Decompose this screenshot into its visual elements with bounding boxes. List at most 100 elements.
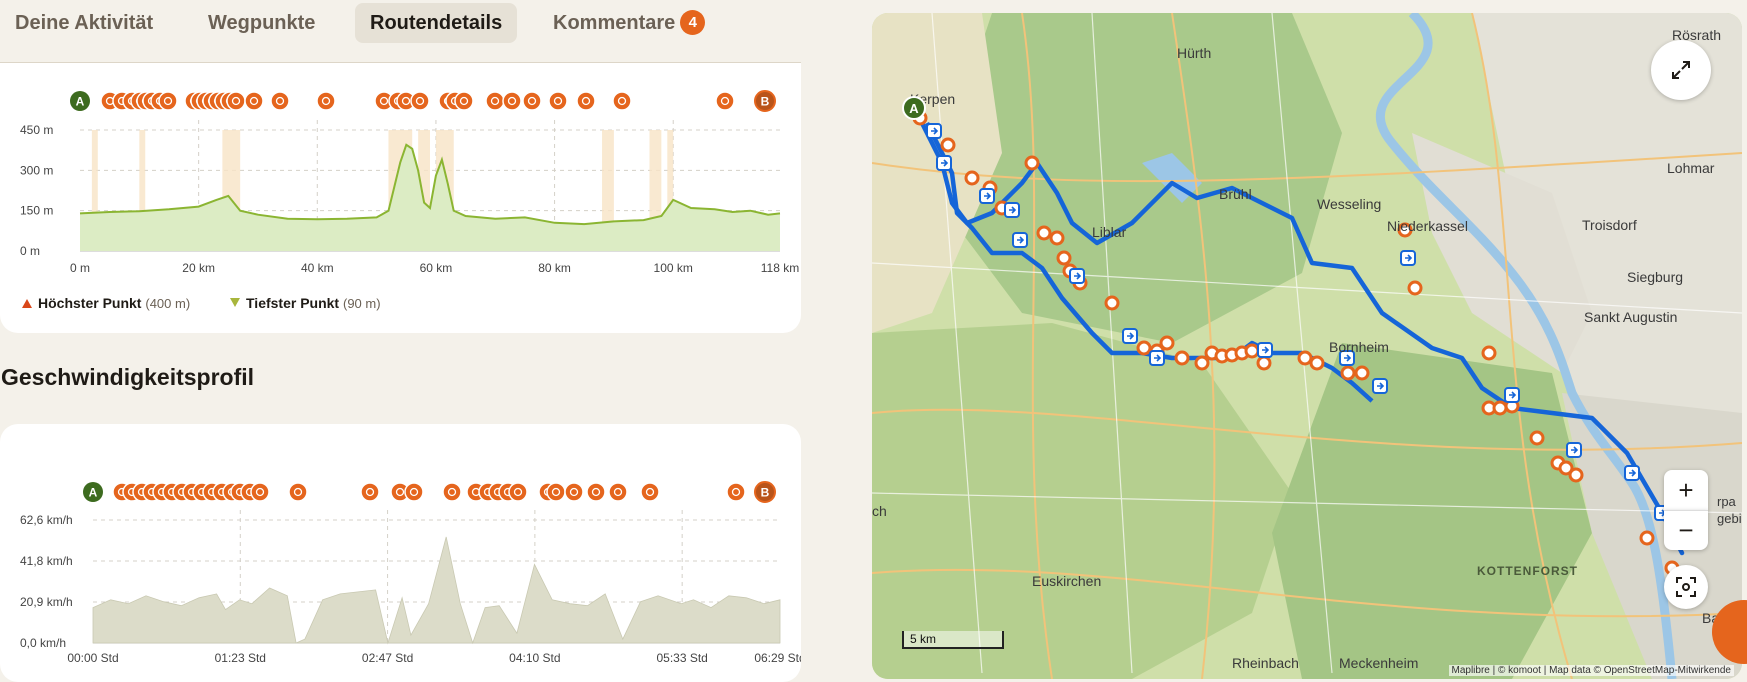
elevation-poi-markers[interactable]: AB <box>70 90 776 112</box>
poi-marker[interactable] <box>726 482 746 502</box>
elevation-chart[interactable]: AB 450 m300 m150 m0 m 0 m 20 km 40 km 60 km… <box>0 63 801 278</box>
map-poi[interactable] <box>1024 155 1040 171</box>
end-marker-label: B <box>761 95 770 109</box>
y-tick-label: 20,9 km/h <box>20 595 73 609</box>
highest-point-icon <box>22 299 32 308</box>
x-tick-label: 40 km <box>301 261 334 275</box>
poi-marker[interactable] <box>576 91 596 111</box>
comment-count-badge: 4 <box>680 10 706 35</box>
zoom-out-button[interactable]: − <box>1664 510 1708 550</box>
map-poi[interactable] <box>1036 225 1052 241</box>
poi-marker[interactable] <box>316 91 336 111</box>
map-poi[interactable] <box>1492 400 1508 416</box>
poi-marker[interactable] <box>250 482 270 502</box>
place-label: KOTTENFORST <box>1477 564 1578 578</box>
poi-marker[interactable] <box>158 91 178 111</box>
place-label: Euskirchen <box>1032 573 1101 589</box>
map-poi[interactable] <box>1354 365 1370 381</box>
poi-marker[interactable] <box>288 482 308 502</box>
map-poi[interactable] <box>1639 530 1655 546</box>
highest-point-value: (400 m) <box>145 296 191 311</box>
x-tick-label: 04:10 Std <box>509 651 560 665</box>
tab-activity[interactable]: Deine Aktivität <box>0 3 168 43</box>
poi-marker[interactable] <box>454 91 474 111</box>
x-tick-label: 02:47 Std <box>362 651 413 665</box>
map-attribution[interactable]: Maplibre | © komoot | Map data © OpenStr… <box>1448 665 1734 676</box>
poi-marker[interactable] <box>548 91 568 111</box>
poi-marker[interactable] <box>586 482 606 502</box>
speed-y-axis: 62,6 km/h 41,8 km/h 20,9 km/h 0,0 km/h <box>20 513 73 650</box>
place-label: Troisdorf <box>1582 217 1637 233</box>
map-poi[interactable] <box>940 137 956 153</box>
y-tick-label: 300 m <box>20 163 53 177</box>
y-tick-label: 150 m <box>20 204 53 218</box>
poi-marker[interactable] <box>502 91 522 111</box>
poi-marker[interactable] <box>546 482 566 502</box>
place-label: Wesseling <box>1317 196 1381 212</box>
map-poi[interactable] <box>1244 343 1260 359</box>
place-label: Liblar <box>1092 224 1127 240</box>
x-tick-label: 118 km <box>761 261 799 275</box>
tab-comments-label: Kommentare <box>553 12 676 34</box>
speed-poi-markers[interactable]: AB <box>83 481 776 503</box>
poi-marker[interactable] <box>226 91 246 111</box>
poi-marker[interactable] <box>442 482 462 502</box>
map-poi[interactable] <box>1056 250 1072 266</box>
x-tick-label: 0 m <box>70 261 90 275</box>
map-poi[interactable] <box>1049 230 1065 246</box>
end-marker-label: B <box>761 486 770 500</box>
map-start-label: A <box>909 101 919 116</box>
fullscreen-button[interactable] <box>1651 40 1711 100</box>
place-label: gebi <box>1717 511 1742 526</box>
map-canvas[interactable]: Hürth Brühl Wesseling Niederkassel Trois… <box>872 13 1742 679</box>
start-marker-label: A <box>89 486 98 500</box>
route-map[interactable]: Hürth Brühl Wesseling Niederkassel Trois… <box>872 13 1742 679</box>
x-tick-label: 60 km <box>420 261 453 275</box>
poi-marker[interactable] <box>270 91 290 111</box>
map-poi[interactable] <box>1297 350 1313 366</box>
x-tick-label: 100 km <box>654 261 693 275</box>
map-poi[interactable] <box>1136 340 1152 356</box>
start-marker-label: A <box>76 95 85 109</box>
map-poi[interactable] <box>1407 280 1423 296</box>
tab-route-details[interactable]: Routendetails <box>355 3 518 43</box>
poi-marker[interactable] <box>640 482 660 502</box>
map-poi[interactable] <box>1194 355 1210 371</box>
poi-marker[interactable] <box>608 482 628 502</box>
map-poi[interactable] <box>1529 430 1545 446</box>
expand-icon <box>1672 61 1690 79</box>
lowest-point-value: (90 m) <box>343 296 381 311</box>
map-poi[interactable] <box>1104 295 1120 311</box>
recenter-button[interactable] <box>1664 565 1708 609</box>
lowest-point-icon <box>230 298 240 307</box>
map-poi[interactable] <box>1309 355 1325 371</box>
poi-marker[interactable] <box>508 482 528 502</box>
poi-marker[interactable] <box>410 91 430 111</box>
poi-marker[interactable] <box>564 482 584 502</box>
y-tick-label: 450 m <box>20 123 53 137</box>
x-tick-label: 00:00 Std <box>67 651 118 665</box>
poi-marker[interactable] <box>404 482 424 502</box>
zoom-in-button[interactable]: + <box>1664 470 1708 510</box>
y-tick-label: 41,8 km/h <box>20 554 73 568</box>
poi-marker[interactable] <box>360 482 380 502</box>
place-label: Niederkassel <box>1387 218 1468 234</box>
map-poi[interactable] <box>964 170 980 186</box>
speed-chart[interactable]: AB 62,6 km/h41,8 km/h20,9 km/h0,0 km/h 0… <box>0 424 801 682</box>
poi-marker[interactable] <box>244 91 264 111</box>
map-poi[interactable] <box>1481 345 1497 361</box>
highest-point-legend: Höchster Punkt (400 m) <box>22 295 190 311</box>
map-poi[interactable] <box>1174 350 1190 366</box>
map-poi[interactable] <box>1568 467 1584 483</box>
poi-marker[interactable] <box>715 91 735 111</box>
map-poi[interactable] <box>1159 335 1175 351</box>
map-poi[interactable] <box>1340 365 1356 381</box>
elevation-x-axis: 0 m 20 km 40 km 60 km 80 km 100 km 118 km <box>70 261 799 275</box>
x-tick-label: 01:23 Std <box>215 651 266 665</box>
tab-comments[interactable]: Kommentare 4 <box>538 3 720 43</box>
poi-marker[interactable] <box>612 91 632 111</box>
poi-marker[interactable] <box>522 91 542 111</box>
tab-waypoints[interactable]: Wegpunkte <box>193 3 330 43</box>
poi-marker[interactable] <box>485 91 505 111</box>
map-poi[interactable] <box>1256 355 1272 371</box>
